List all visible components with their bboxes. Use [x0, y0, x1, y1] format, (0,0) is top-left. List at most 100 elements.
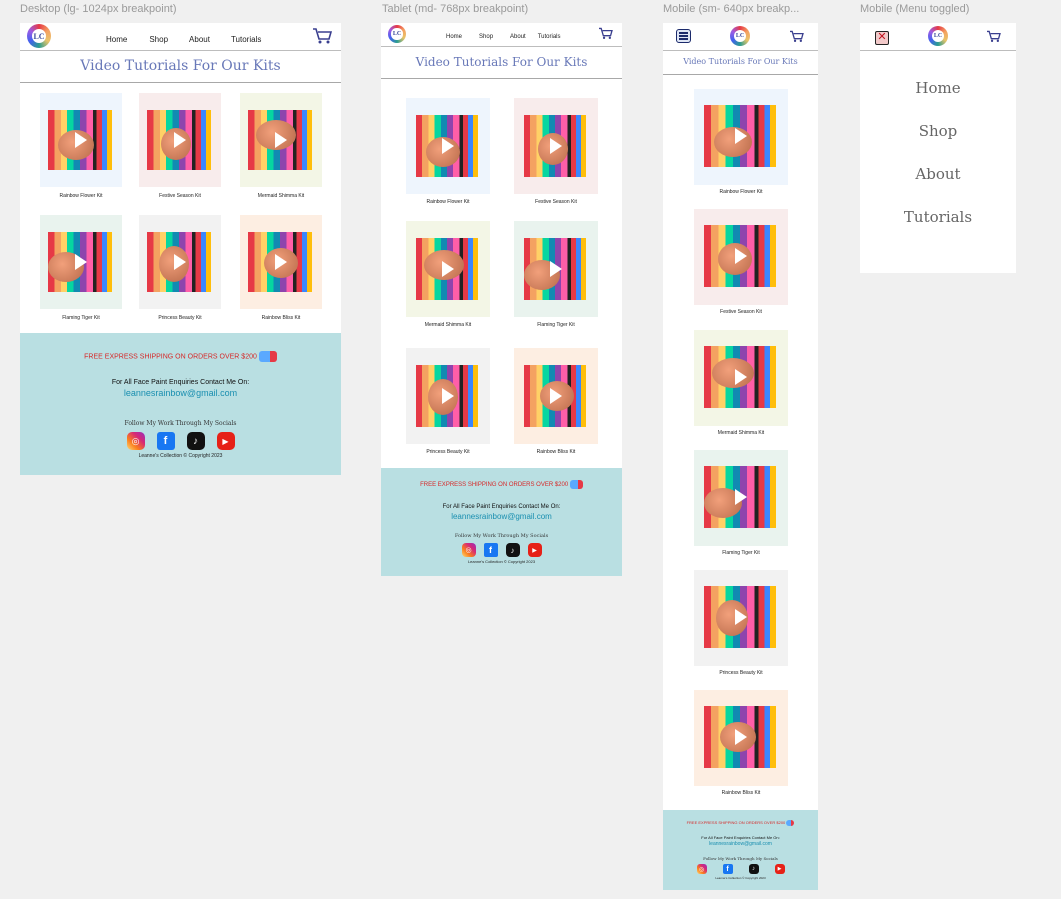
follow-text: Follow My Work Through My Socials	[124, 420, 237, 427]
video-thumbnail[interactable]	[704, 105, 776, 167]
menu-item-tutorials[interactable]: Tutorials	[860, 208, 1016, 251]
tiktok-icon[interactable]: ♪	[505, 543, 520, 557]
kit-card-flaming-tiger[interactable]: Flaming Tiger Kit	[694, 450, 788, 560]
kit-card-flaming-tiger[interactable]: Flaming Tiger Kit	[40, 215, 122, 330]
enquiry-text: For All Face Paint Enquiries Contact Me …	[442, 504, 561, 510]
kit-card-flaming-tiger[interactable]: Flaming Tiger Kit	[514, 221, 598, 333]
youtube-icon[interactable]: ▶	[774, 864, 785, 874]
facebook-icon[interactable]: f	[722, 864, 733, 874]
kit-card-rainbow-bliss[interactable]: Rainbow Bliss Kit	[694, 690, 788, 800]
play-icon	[735, 729, 747, 745]
nav-shop[interactable]: Shop	[149, 35, 168, 44]
kit-card-rainbow-flower[interactable]: Rainbow Flower Kit	[694, 89, 788, 199]
video-thumbnail[interactable]	[704, 586, 776, 648]
tiktok-icon[interactable]: ♪	[748, 864, 759, 874]
nav-about[interactable]: About	[189, 35, 210, 44]
kit-card-mermaid-shimma[interactable]: Mermaid Shimma Kit	[406, 221, 490, 333]
tablet-frame: LC Home Shop About Tutorials Video Tutor…	[381, 23, 622, 576]
instagram-icon[interactable]: ◎	[126, 432, 145, 450]
kit-card-rainbow-flower[interactable]: Rainbow Flower Kit	[406, 98, 490, 210]
tablet-frame-label: Tablet (md- 768px breakpoint)	[382, 3, 529, 15]
kit-label: Mermaid Shimma Kit	[717, 430, 765, 436]
menu-item-about[interactable]: About	[860, 165, 1016, 208]
nav-shop[interactable]: Shop	[479, 34, 493, 40]
video-thumbnail[interactable]	[416, 115, 478, 177]
nav-home[interactable]: Home	[106, 35, 127, 44]
video-thumbnail[interactable]	[147, 110, 211, 170]
play-icon	[735, 609, 747, 625]
kit-card-mermaid-shimma[interactable]: Mermaid Shimma Kit	[240, 93, 322, 208]
video-thumbnail[interactable]	[524, 365, 586, 427]
play-icon	[174, 254, 186, 270]
instagram-icon[interactable]: ◎	[696, 864, 707, 874]
copyright: Leanne's Collection © Copyright 2023	[467, 559, 536, 564]
tablet-footer: FREE EXPRESS SHIPPING ON ORDERS OVER $20…	[381, 468, 622, 576]
video-thumbnail[interactable]	[48, 232, 112, 292]
menu-nav: ✕ LC	[860, 23, 1016, 51]
youtube-icon[interactable]: ▶	[527, 543, 542, 557]
mobile-frame-label: Mobile (sm- 640px breakp...	[663, 3, 800, 15]
kit-label: Rainbow Flower Kit	[719, 189, 763, 195]
email-link[interactable]: leannesrainbow@gmail.com	[663, 841, 818, 847]
kit-card-rainbow-bliss[interactable]: Rainbow Bliss Kit	[514, 348, 598, 460]
nav-home[interactable]: Home	[446, 34, 462, 40]
logo[interactable]: LC	[730, 26, 750, 46]
menu-item-shop[interactable]: Shop	[860, 122, 1016, 165]
cart-icon[interactable]	[789, 30, 804, 48]
video-thumbnail[interactable]	[416, 238, 478, 300]
kit-card-princess-beauty[interactable]: Princess Beauty Kit	[694, 570, 788, 680]
video-thumbnail[interactable]	[524, 115, 586, 177]
truck-icon	[569, 480, 583, 489]
copyright: Leanne's Collection © Copyright 2023	[138, 453, 223, 459]
video-thumbnail[interactable]	[704, 706, 776, 768]
facebook-icon[interactable]: f	[483, 543, 498, 557]
youtube-icon[interactable]: ▶	[216, 432, 235, 450]
shipping-banner: FREE EXPRESS SHIPPING ON ORDERS OVER $20…	[663, 820, 818, 826]
nav-about[interactable]: About	[510, 34, 526, 40]
logo[interactable]: LC	[388, 25, 406, 43]
video-thumbnail[interactable]	[416, 365, 478, 427]
kit-card-festive-season[interactable]: Festive Season Kit	[694, 209, 788, 319]
close-icon[interactable]: ✕	[875, 31, 889, 45]
video-thumbnail[interactable]	[704, 466, 776, 528]
video-thumbnail[interactable]	[48, 110, 112, 170]
kit-card-festive-season[interactable]: Festive Season Kit	[514, 98, 598, 210]
kit-label: Princess Beauty Kit	[719, 670, 763, 676]
video-thumbnail[interactable]	[524, 238, 586, 300]
cart-icon[interactable]	[986, 30, 1001, 48]
video-thumbnail[interactable]	[704, 346, 776, 408]
logo[interactable]: LC	[928, 26, 948, 46]
hamburger-menu-icon[interactable]	[676, 29, 691, 43]
social-icons: ◎ f ♪ ▶	[20, 432, 341, 450]
play-icon	[275, 254, 287, 270]
email-link[interactable]: leannesrainbow@gmail.com	[20, 388, 341, 398]
logo[interactable]: LC	[27, 24, 51, 48]
cart-icon[interactable]	[598, 27, 613, 45]
kit-card-rainbow-flower[interactable]: Rainbow Flower Kit	[40, 93, 122, 208]
play-icon	[442, 388, 454, 404]
follow-text: Follow My Work Through My Socials	[703, 856, 778, 861]
kit-card-princess-beauty[interactable]: Princess Beauty Kit	[139, 215, 221, 330]
video-thumbnail[interactable]	[704, 225, 776, 287]
truck-icon	[258, 351, 277, 362]
email-link[interactable]: leannesrainbow@gmail.com	[381, 512, 622, 521]
menu-item-home[interactable]: Home	[860, 79, 1016, 122]
video-thumbnail[interactable]	[248, 110, 312, 170]
facebook-icon[interactable]: f	[156, 432, 175, 450]
nav-tutorials[interactable]: Tutorials	[538, 34, 561, 40]
kit-card-mermaid-shimma[interactable]: Mermaid Shimma Kit	[694, 330, 788, 440]
instagram-icon[interactable]: ◎	[461, 543, 476, 557]
video-thumbnail[interactable]	[147, 232, 211, 292]
play-icon	[550, 388, 562, 404]
nav-tutorials[interactable]: Tutorials	[231, 35, 261, 44]
video-thumbnail[interactable]	[248, 232, 312, 292]
kit-card-festive-season[interactable]: Festive Season Kit	[139, 93, 221, 208]
kit-label: Rainbow Bliss Kit	[721, 790, 761, 796]
menu-frame-label: Mobile (Menu toggled)	[860, 3, 970, 15]
tiktok-icon[interactable]: ♪	[186, 432, 205, 450]
kit-label: Flaming Tiger Kit	[537, 322, 575, 328]
kit-card-rainbow-bliss[interactable]: Rainbow Bliss Kit	[240, 215, 322, 330]
kit-label: Princess Beauty Kit	[158, 315, 202, 321]
kit-card-princess-beauty[interactable]: Princess Beauty Kit	[406, 348, 490, 460]
cart-icon[interactable]	[312, 27, 333, 50]
